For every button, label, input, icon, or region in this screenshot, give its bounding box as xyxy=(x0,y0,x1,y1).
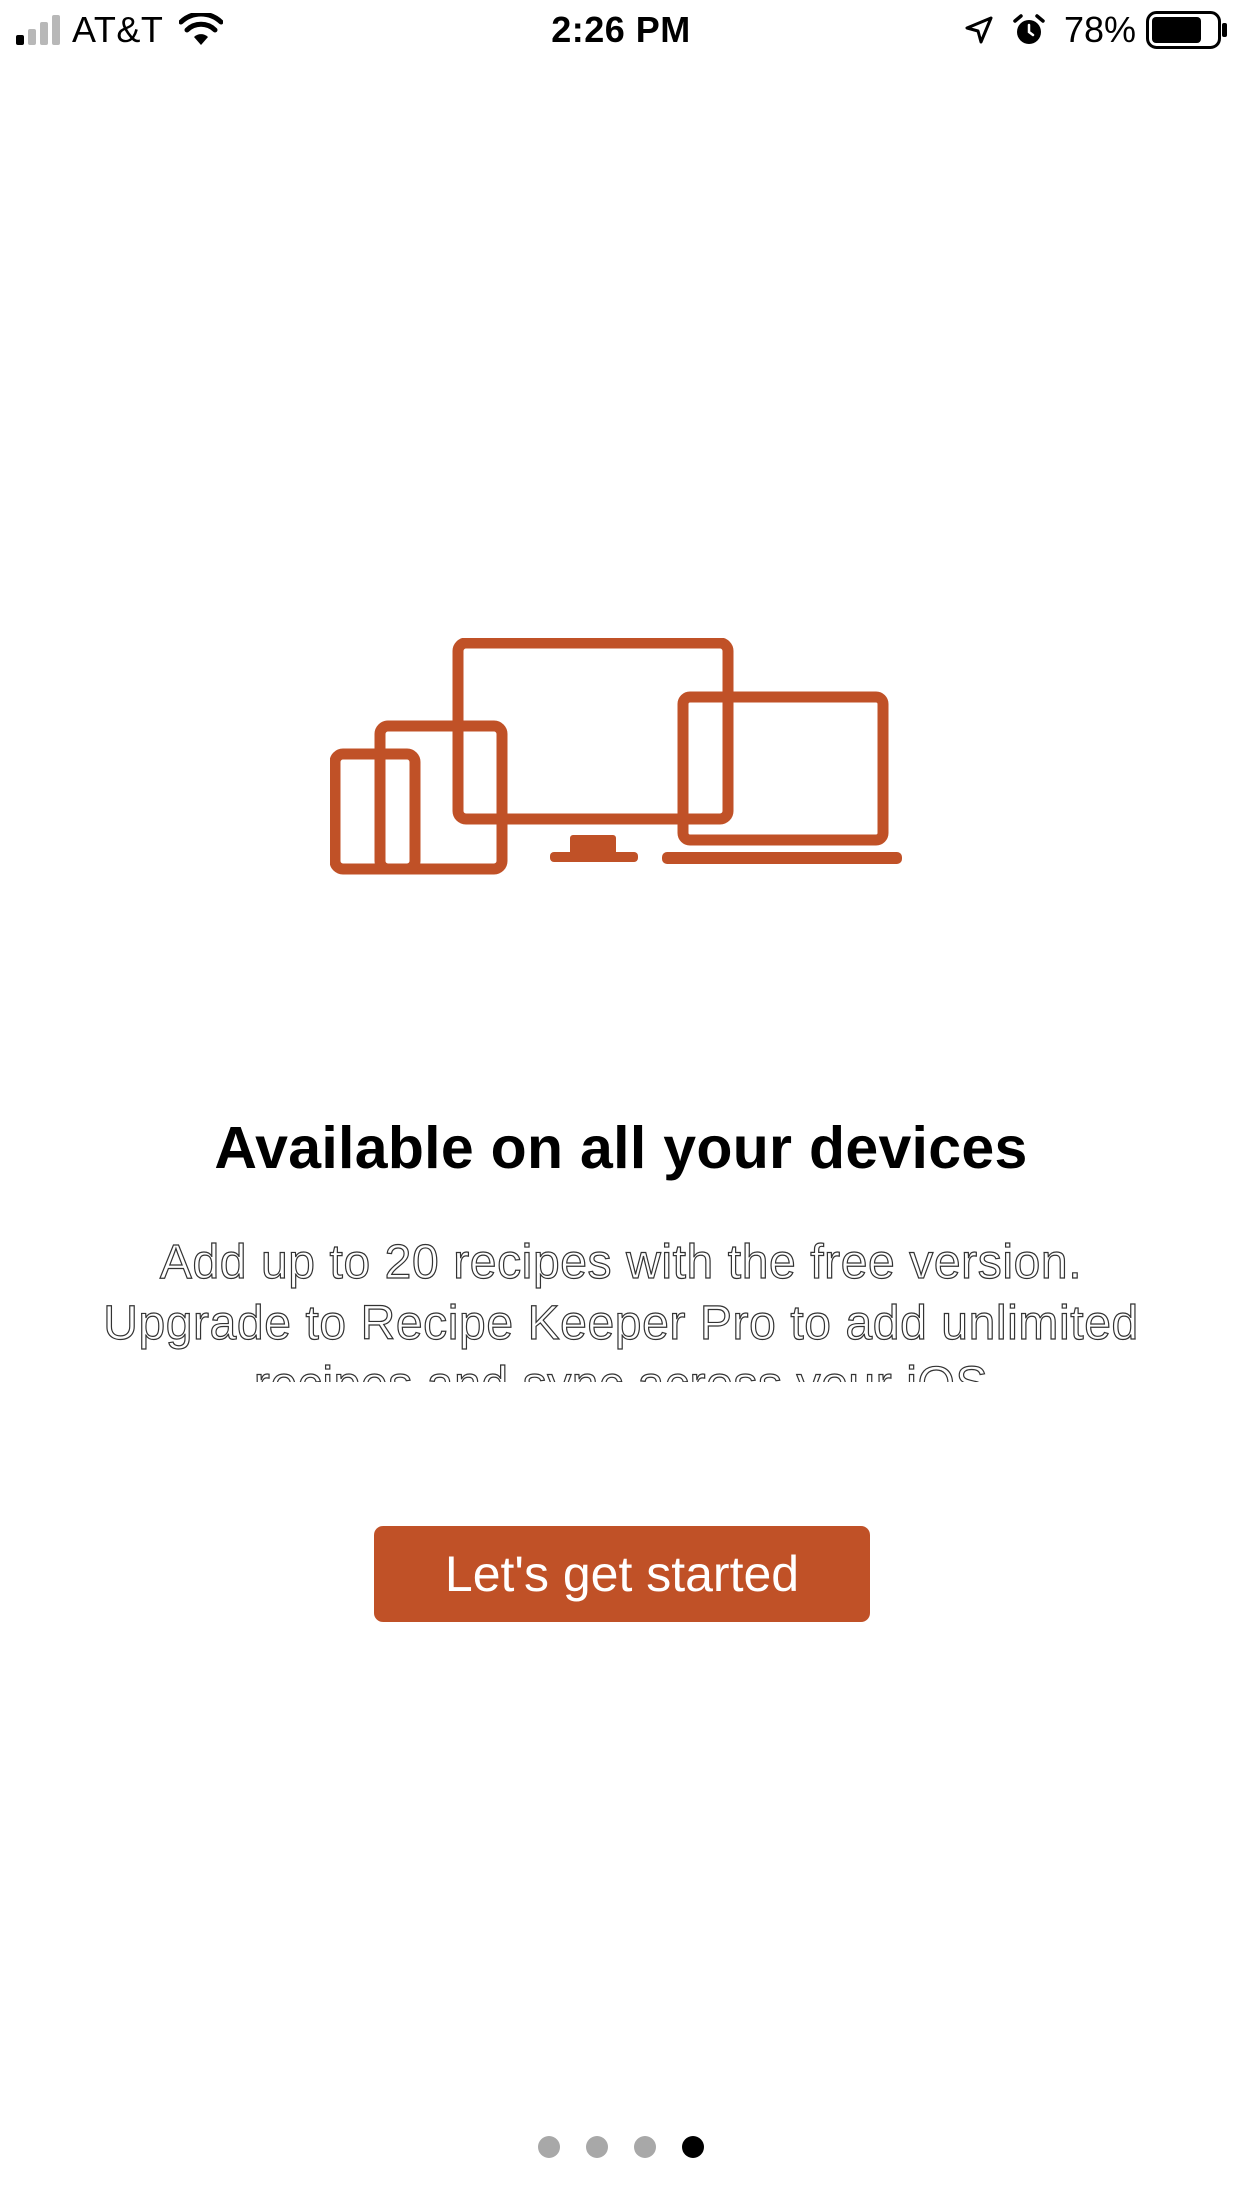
battery-icon xyxy=(1146,11,1227,49)
page-dot-1[interactable] xyxy=(538,2136,560,2158)
battery-percent: 78% xyxy=(1063,9,1136,50)
get-started-button[interactable]: Let's get started xyxy=(374,1526,870,1622)
onboarding-description: Add up to 20 recipes with the free versi… xyxy=(103,1235,1139,1382)
onboarding-description-container: Add up to 20 recipes with the free versi… xyxy=(100,1232,1142,1382)
page-dot-4[interactable] xyxy=(682,2136,704,2158)
devices-icon xyxy=(330,638,902,875)
alarm-icon xyxy=(1013,14,1045,44)
page-indicator[interactable] xyxy=(0,2136,1242,2158)
onboarding-title: Available on all your devices xyxy=(214,1115,1028,1181)
status-bar-right: 78% xyxy=(964,10,1228,50)
status-bar: AT&T 2:26 PM 78% xyxy=(0,0,1242,60)
page-dot-2[interactable] xyxy=(586,2136,608,2158)
location-icon xyxy=(965,16,993,44)
page-dot-3[interactable] xyxy=(634,2136,656,2158)
